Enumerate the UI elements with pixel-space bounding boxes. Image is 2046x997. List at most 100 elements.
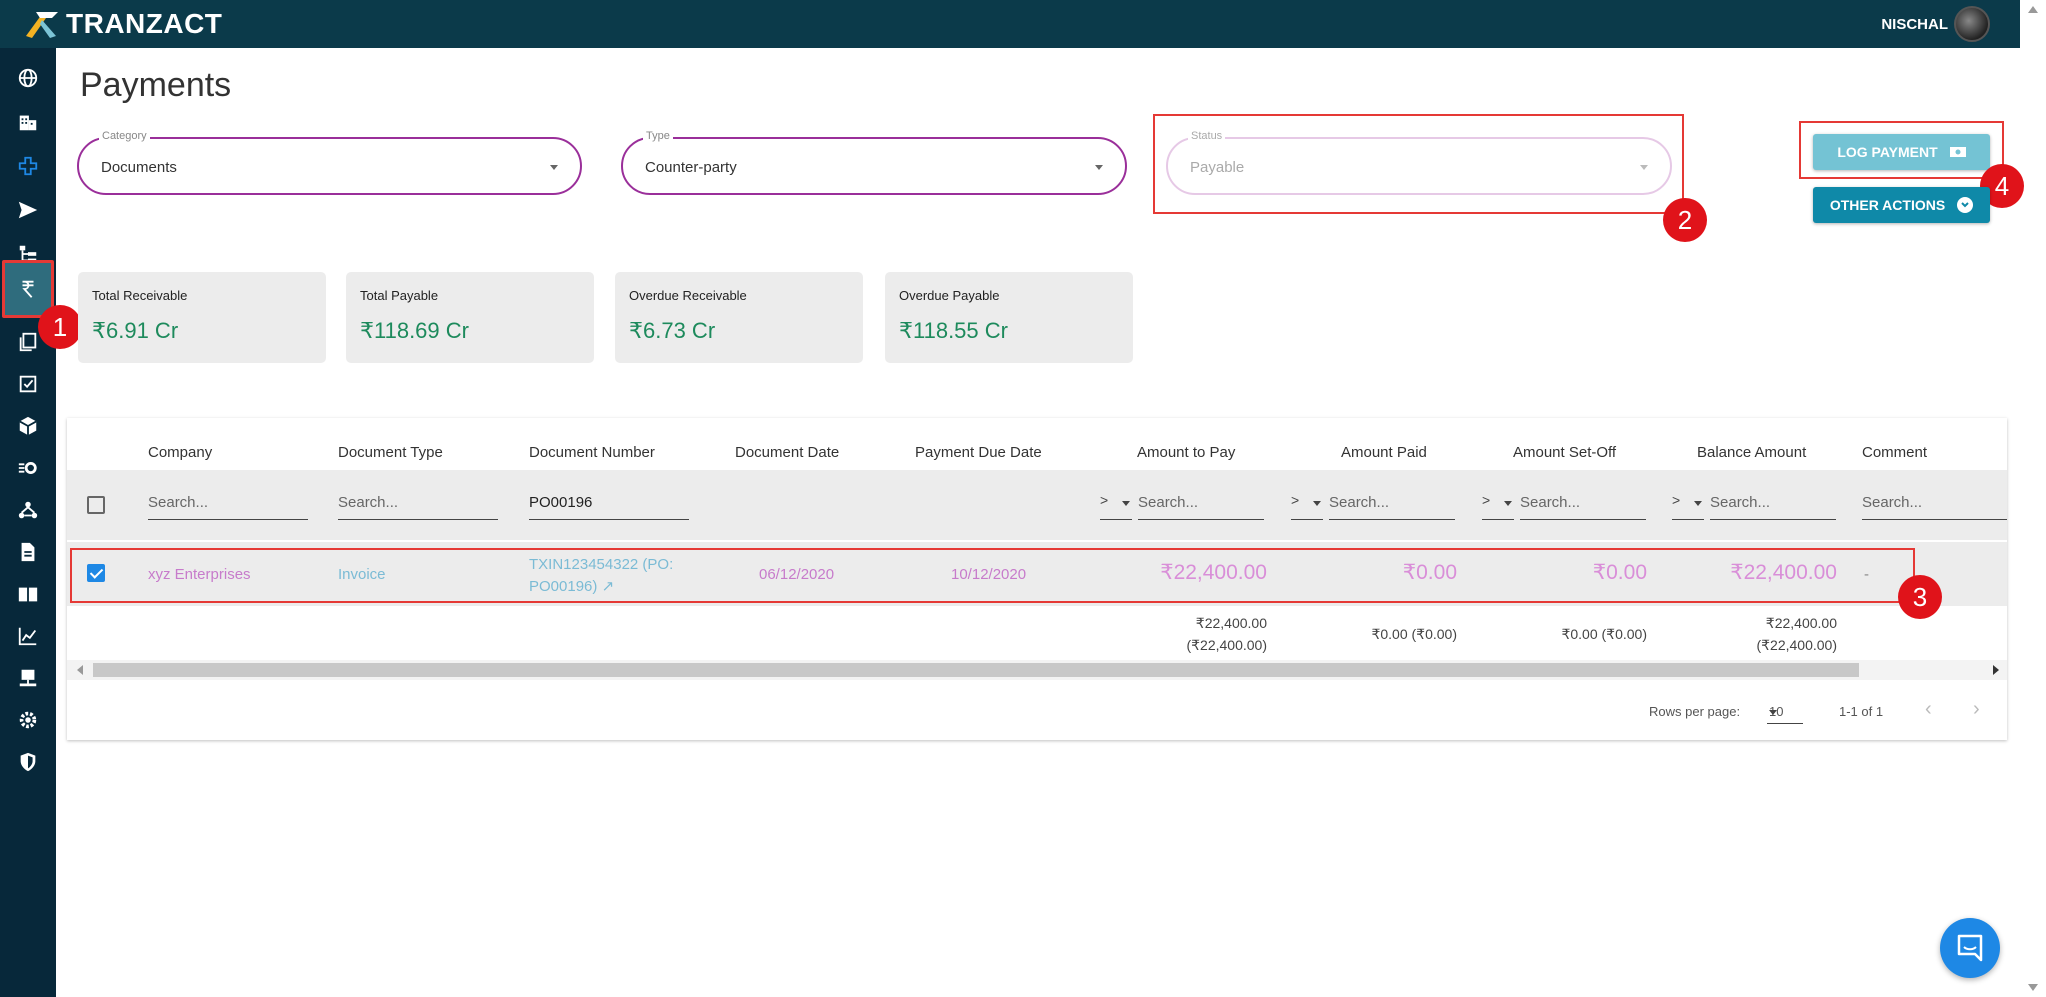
scroll-up-arrow-icon[interactable] xyxy=(2028,6,2038,13)
total-amount-to-pay-line-1: ₹22,400.00 xyxy=(1195,615,1267,631)
operator-symbol: > xyxy=(1100,492,1109,508)
type-select[interactable]: Type Counter-party xyxy=(621,130,1127,195)
column-header-balance-amount[interactable]: Balance Amount xyxy=(1697,444,1806,461)
column-header-payment-due-date[interactable]: Payment Due Date xyxy=(915,444,1042,461)
log-payment-button[interactable]: LOG PAYMENT xyxy=(1813,134,1990,170)
summary-card-total-receivable: Total Receivable ₹6.91 Cr xyxy=(78,272,326,363)
amount-set-off-search-input[interactable]: Search... xyxy=(1520,492,1646,520)
sidebar-item-settings[interactable] xyxy=(8,700,48,740)
table-horizontal-scrollbar[interactable] xyxy=(67,660,2007,680)
scroll-left-arrow-icon[interactable] xyxy=(77,665,83,675)
total-balance-amount: ₹22,400.00 (₹22,400.00) xyxy=(1677,612,1837,656)
totals-row: ₹22,400.00 (₹22,400.00) ₹0.00 (₹0.00) ₹0… xyxy=(67,608,2007,660)
card-value: ₹118.55 Cr xyxy=(899,318,1008,343)
category-label: Category xyxy=(99,130,150,142)
building-icon xyxy=(19,115,37,131)
brand-logo[interactable]: TRANZACT xyxy=(22,6,222,42)
column-header-amount-paid[interactable]: Amount Paid xyxy=(1341,444,1427,461)
scrollbar-thumb[interactable] xyxy=(93,663,1859,677)
amount-to-pay-operator-select[interactable]: > xyxy=(1100,492,1132,520)
process-gear-icon xyxy=(18,462,37,474)
amount-to-pay-search-input[interactable]: Search... xyxy=(1138,492,1264,520)
chevron-circle-icon xyxy=(1957,197,1974,213)
cube-icon xyxy=(19,416,37,436)
status-label: Status xyxy=(1188,130,1226,142)
rows-per-page-label: Rows per page: xyxy=(1649,704,1741,719)
file-icon xyxy=(21,542,35,562)
user-name: NISCHAL xyxy=(1881,15,1948,33)
chat-icon xyxy=(1957,934,1983,962)
sidebar-item-approvals[interactable] xyxy=(8,364,48,404)
summary-card-overdue-receivable: Overdue Receivable ₹6.73 Cr xyxy=(615,272,863,363)
sidebar-item-company[interactable] xyxy=(8,102,48,142)
sidebar-item-security[interactable] xyxy=(8,742,48,782)
checklist-icon xyxy=(19,375,37,393)
chevron-down-icon xyxy=(1769,710,1777,715)
document-type-search-input[interactable]: Search... xyxy=(338,492,498,520)
column-header-document-type[interactable]: Document Type xyxy=(338,444,443,461)
card-label: Total Receivable xyxy=(92,288,188,303)
table-header: Company Document Type Document Number Do… xyxy=(67,418,2007,470)
category-select[interactable]: Category Documents xyxy=(77,130,582,195)
chat-launcher-button[interactable] xyxy=(1940,918,2000,978)
column-header-document-date[interactable]: Document Date xyxy=(735,444,839,461)
chevron-down-icon xyxy=(550,165,558,170)
column-header-document-number[interactable]: Document Number xyxy=(529,444,655,461)
rows-per-page-select[interactable]: 10 xyxy=(1767,700,1803,724)
annotation-badge-2: 2 xyxy=(1663,198,1707,242)
sidebar-item-process[interactable] xyxy=(8,448,48,488)
document-number-search-input[interactable]: PO00196 xyxy=(529,492,689,520)
chevron-down-icon xyxy=(1313,501,1321,506)
previous-page-button[interactable]: ‹ xyxy=(1925,698,1932,721)
user-menu[interactable]: NISCHAL xyxy=(1881,6,1990,42)
total-amount-set-off: ₹0.00 (₹0.00) xyxy=(1561,626,1647,642)
page-scrollbar[interactable] xyxy=(2020,0,2046,997)
select-all-checkbox[interactable] xyxy=(87,496,105,514)
next-page-button[interactable]: › xyxy=(1973,698,1980,721)
type-label: Type xyxy=(643,130,673,142)
column-header-amount-to-pay[interactable]: Amount to Pay xyxy=(1137,444,1235,461)
sidebar-item-inventory[interactable] xyxy=(8,406,48,446)
other-actions-label: OTHER ACTIONS xyxy=(1829,197,1946,213)
total-amount-to-pay: ₹22,400.00 (₹22,400.00) xyxy=(1107,612,1267,656)
scroll-right-arrow-icon[interactable] xyxy=(1993,665,1999,675)
operator-symbol: > xyxy=(1482,492,1491,508)
card-value: ₹6.91 Cr xyxy=(92,318,179,343)
brand-name: TRANZACT xyxy=(66,8,223,39)
chevron-down-icon xyxy=(1504,501,1512,506)
column-header-company[interactable]: Company xyxy=(148,444,212,461)
sidebar-item-reports[interactable] xyxy=(8,616,48,656)
filter-row: Search... Search... PO00196 > Search... … xyxy=(67,470,2007,540)
sidebar-item-ledger[interactable] xyxy=(8,574,48,614)
log-payment-label: LOG PAYMENT xyxy=(1837,144,1938,160)
logo-mark-icon xyxy=(26,12,58,38)
amount-set-off-operator-select[interactable]: > xyxy=(1482,492,1514,520)
operator-symbol: > xyxy=(1672,492,1681,508)
amount-paid-operator-select[interactable]: > xyxy=(1291,492,1323,520)
globe-icon xyxy=(18,68,38,88)
sidebar-item-send[interactable] xyxy=(8,190,48,230)
card-value: ₹6.73 Cr xyxy=(629,318,716,343)
sidebar-item-files[interactable] xyxy=(8,532,48,572)
card-label: Overdue Receivable xyxy=(629,288,747,303)
sidebar xyxy=(0,48,56,997)
shield-icon xyxy=(20,752,36,772)
sidebar-item-network[interactable] xyxy=(8,490,48,530)
sidebar-item-globe[interactable] xyxy=(8,58,48,98)
company-search-input[interactable]: Search... xyxy=(148,492,308,520)
top-bar: TRANZACT NISCHAL xyxy=(0,0,2020,48)
annotation-badge-3: 3 xyxy=(1898,575,1942,619)
column-header-amount-set-off[interactable]: Amount Set-Off xyxy=(1513,444,1616,461)
status-select[interactable]: Status Payable xyxy=(1166,130,1672,195)
chevron-down-icon xyxy=(1122,501,1130,506)
column-header-comment[interactable]: Comment xyxy=(1862,444,1927,461)
balance-amount-operator-select[interactable]: > xyxy=(1672,492,1704,520)
other-actions-button[interactable]: OTHER ACTIONS xyxy=(1813,187,1990,223)
avatar xyxy=(1954,6,1990,42)
sidebar-item-add[interactable] xyxy=(8,146,48,186)
comment-search-input[interactable]: Search... xyxy=(1862,492,2007,520)
balance-amount-search-input[interactable]: Search... xyxy=(1710,492,1836,520)
scroll-down-arrow-icon[interactable] xyxy=(2028,984,2038,991)
sidebar-item-systems[interactable] xyxy=(8,658,48,698)
amount-paid-search-input[interactable]: Search... xyxy=(1329,492,1455,520)
